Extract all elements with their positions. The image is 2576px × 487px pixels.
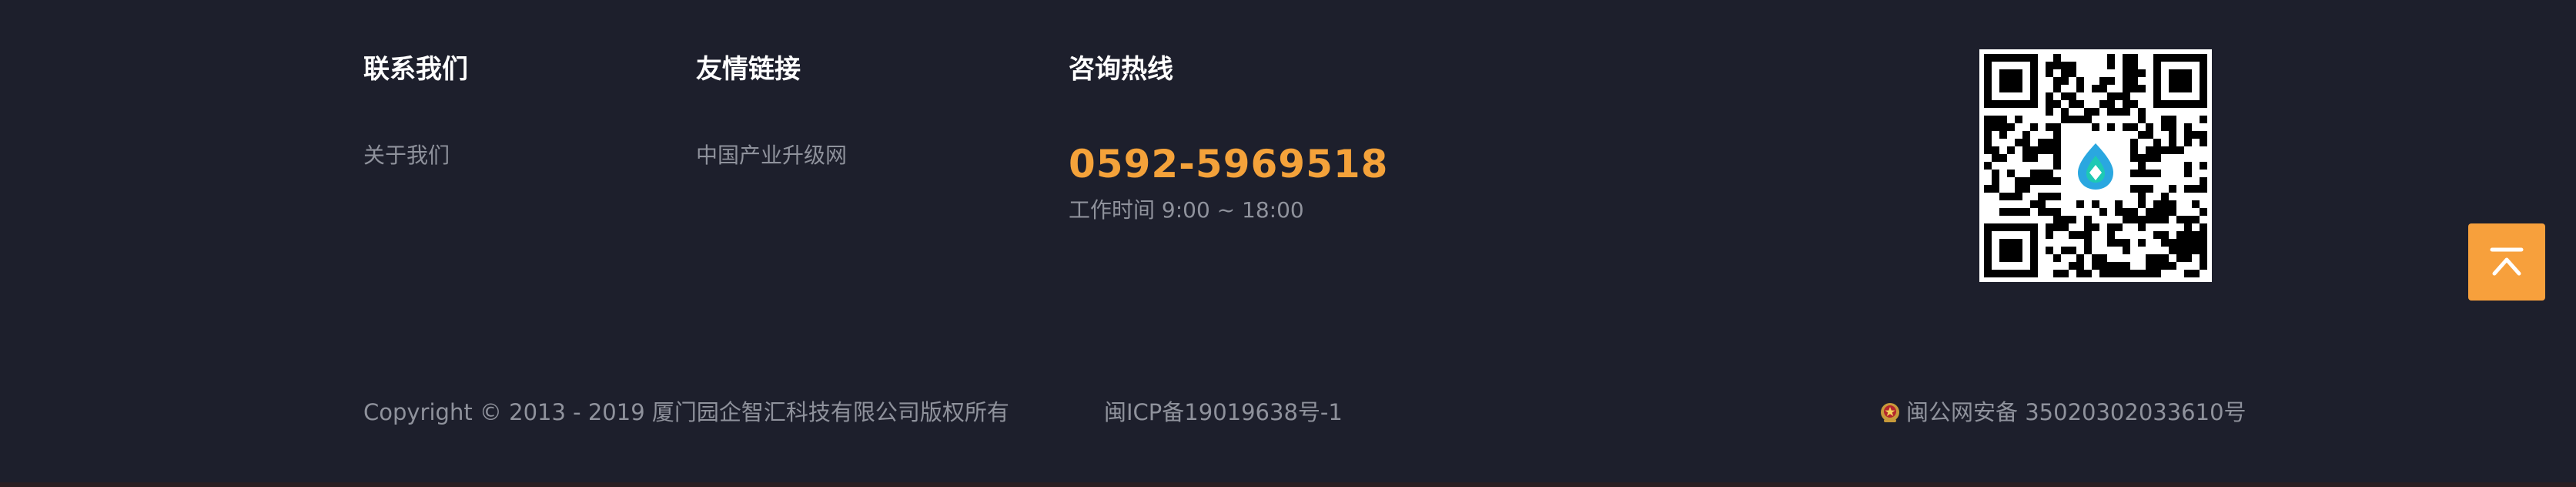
site-footer: 联系我们 关于我们 友情链接 中国产业升级网 咨询热线 0592-5969518… — [0, 0, 2576, 487]
qr-code-icon — [1979, 49, 2212, 282]
icp-license-link[interactable]: 闽ICP备19019638号-1 — [1104, 396, 1343, 428]
police-record-link[interactable]: 闽公网安备 35020302033610号 — [1878, 396, 2246, 428]
police-record-text: 闽公网安备 35020302033610号 — [1906, 399, 2246, 425]
back-to-top-button[interactable] — [2468, 223, 2545, 301]
hotline-phone-number: 0592-5969518 — [1069, 142, 1389, 186]
contact-us-heading: 联系我们 — [363, 54, 468, 85]
china-industry-upgrade-link[interactable]: 中国产业升级网 — [696, 140, 847, 171]
friend-links-heading: 友情链接 — [696, 54, 801, 85]
working-hours-text: 工作时间 9:00 ~ 18:00 — [1069, 197, 1304, 223]
about-us-link[interactable]: 关于我们 — [363, 140, 450, 171]
police-badge-icon — [1881, 403, 1899, 422]
footer-bottom-edge — [0, 482, 2576, 487]
qr-code-graphic — [1984, 54, 2207, 277]
hotline-heading: 咨询热线 — [1069, 54, 1173, 85]
arrow-up-to-top-icon — [2490, 247, 2524, 276]
copyright-text: Copyright © 2013 - 2019 厦门园企智汇科技有限公司版权所有 — [363, 399, 1009, 425]
